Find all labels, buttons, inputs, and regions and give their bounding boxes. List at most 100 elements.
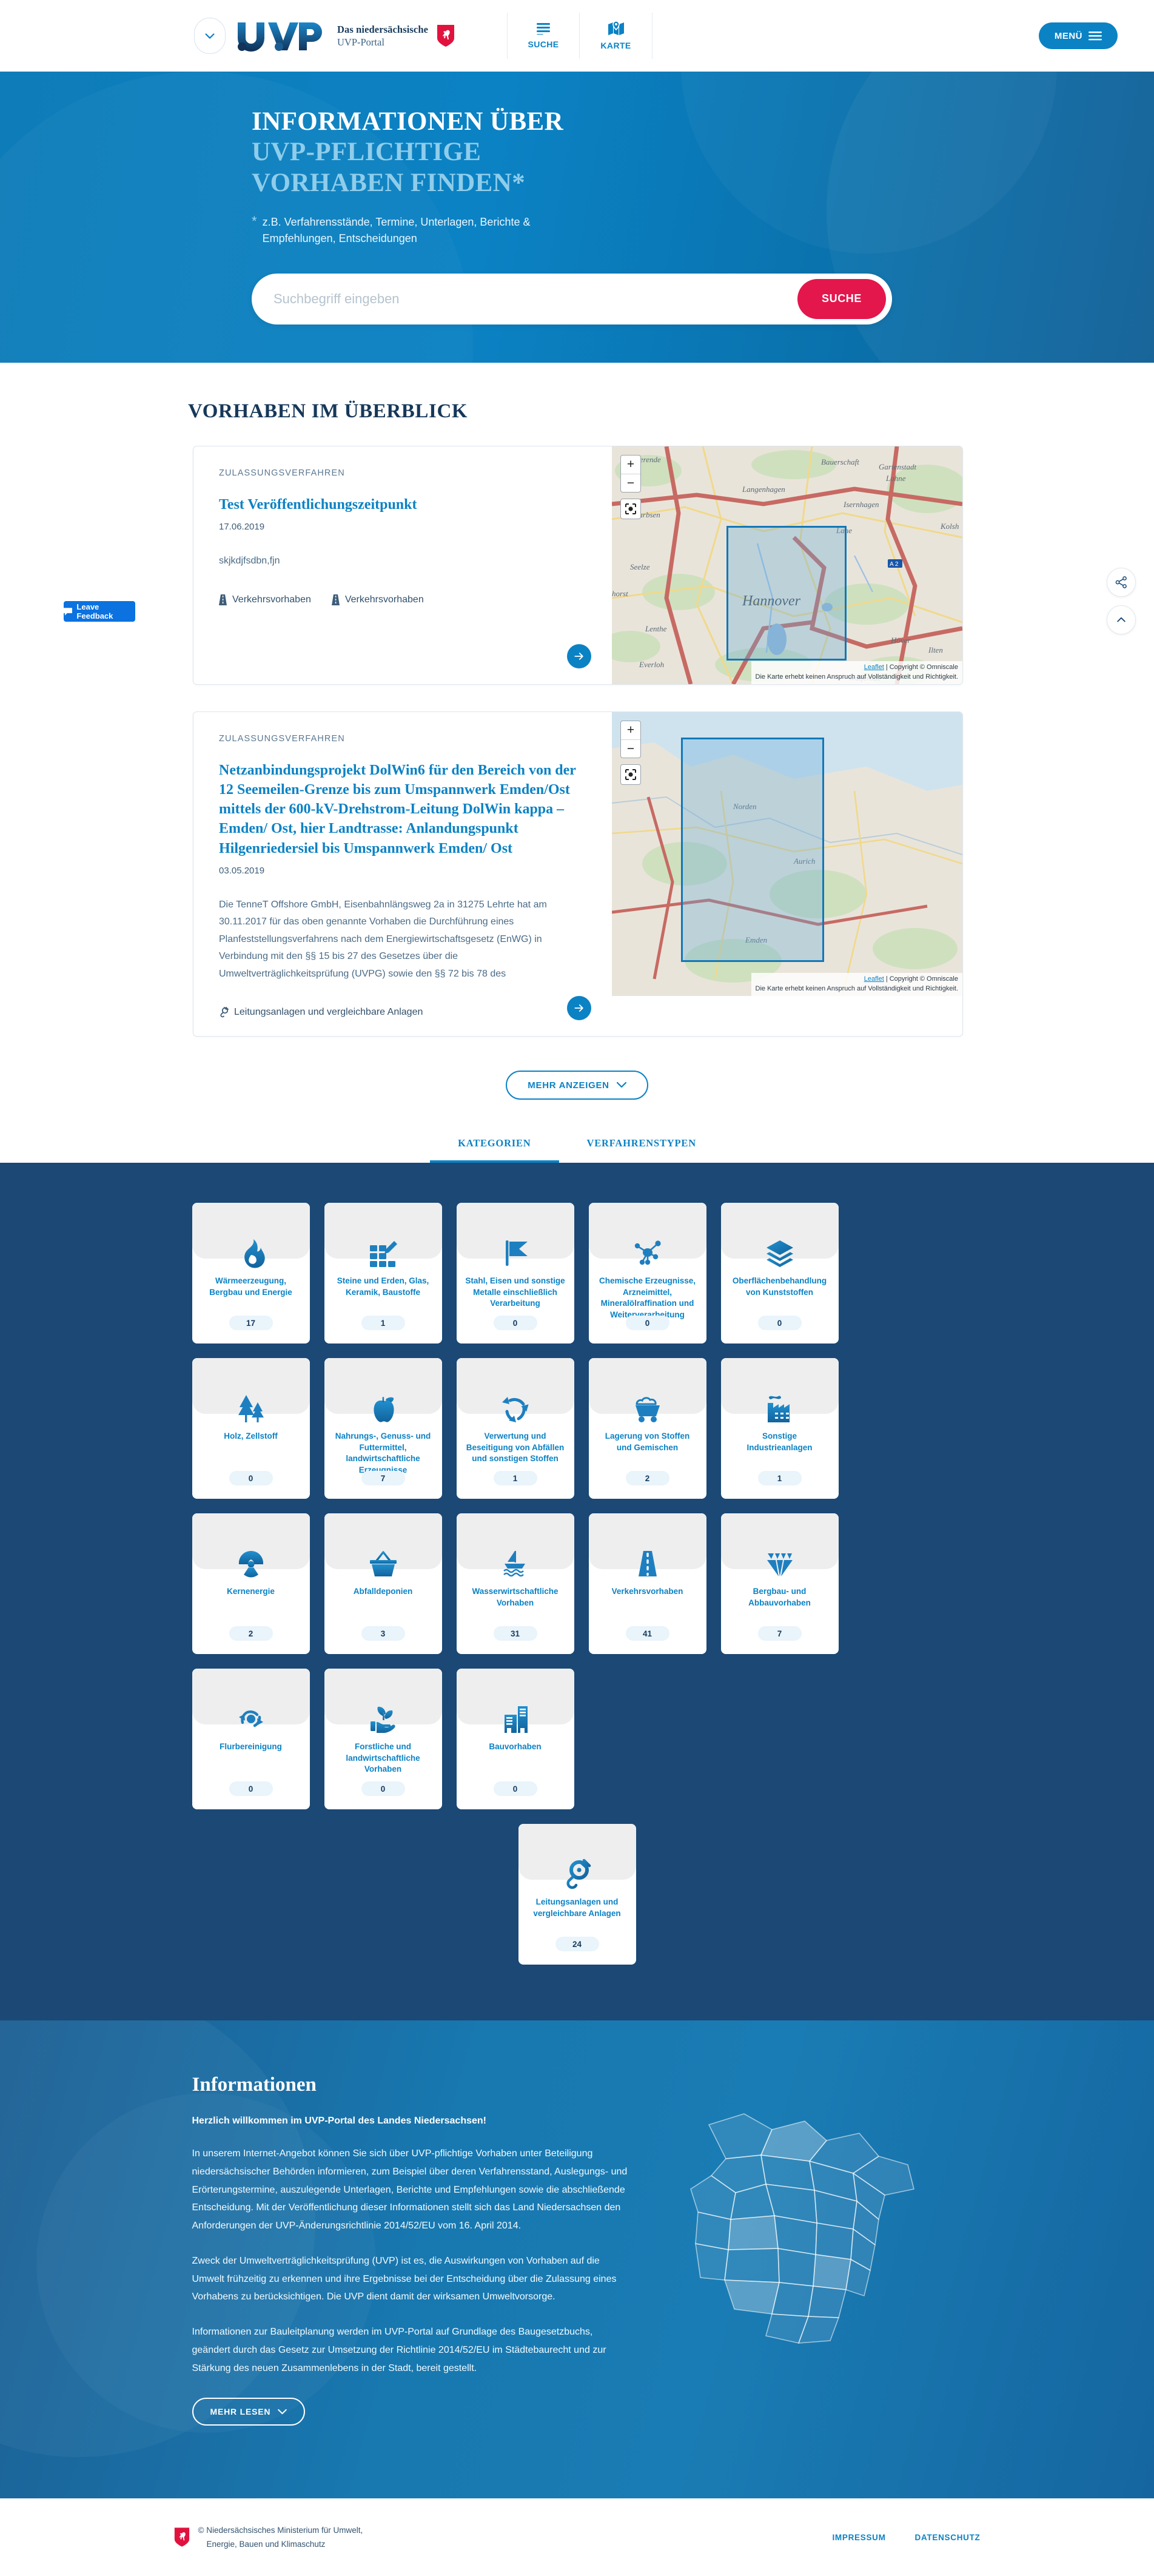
footer-link-impressum[interactable]: IMPRESSUM — [832, 2533, 885, 2542]
hero-title-asterisk: * — [512, 168, 526, 197]
nav-item-karte[interactable]: KARTE — [580, 13, 653, 59]
card-kicker: ZULASSUNGSVERFAHREN — [219, 734, 345, 744]
category-tile[interactable]: Verkehrsvorhaben 41 — [588, 1513, 706, 1655]
map-locate-button[interactable] — [620, 499, 641, 519]
apple-icon — [373, 1397, 394, 1422]
category-tile[interactable]: Holz, Zellstoff 0 — [192, 1358, 310, 1499]
category-tile[interactable]: Kernenergie 2 — [192, 1513, 310, 1655]
category-grid: Wärmeerzeugung, Bergbau und Energie 17 S… — [192, 1203, 962, 1810]
hero-title-line-2: UVP-PFLICHTIGE — [252, 138, 481, 167]
show-more-button[interactable]: MEHR ANZEIGEN — [506, 1071, 648, 1100]
svg-text:Langenhagen: Langenhagen — [742, 485, 785, 494]
menu-button[interactable]: MENÜ — [1038, 22, 1118, 49]
brand-logo[interactable]: Das niedersächsische UVP-Portal — [237, 20, 455, 52]
map-selection-box — [726, 526, 847, 661]
category-tile[interactable]: Steine und Erden, Glas, Keramik, Baustof… — [324, 1203, 442, 1344]
footer-link-datenschutz[interactable]: DATENSCHUTZ — [915, 2533, 981, 2542]
recycle-icon — [502, 1397, 529, 1423]
category-tile[interactable]: Verwertung und Beseitigung von Abfällen … — [456, 1358, 574, 1499]
svg-text:Isernhagen: Isernhagen — [843, 500, 879, 509]
basket-icon — [369, 1551, 397, 1577]
hero-search-bar: SUCHE — [252, 273, 892, 325]
info-lead: Herzlich willkommen im UVP-Portal des La… — [192, 2116, 486, 2127]
category-tile[interactable]: Forstliche und landwirtschaftliche Vorha… — [324, 1669, 442, 1810]
speech-bubble-icon — [64, 607, 73, 616]
leave-feedback-label: Leave Feedback — [76, 602, 113, 620]
card-tag-label: Verkehrsvorhaben — [344, 594, 424, 605]
category-tile[interactable]: Chemische Erzeugnisse, Arzneimittel, Min… — [588, 1203, 706, 1344]
tile-icon-area — [456, 1358, 574, 1423]
share-button[interactable] — [1107, 568, 1136, 597]
map-attribution-link[interactable]: Leaflet — [864, 975, 884, 983]
card-title[interactable]: Test Veröffentlichungszeitpunkt — [219, 495, 586, 514]
category-tile[interactable]: Bauvorhaben 0 — [456, 1669, 574, 1810]
category-label: Oberflächenbehandlung von Kunststoffen — [732, 1276, 827, 1297]
category-tile[interactable]: Bergbau- und Abbauvorhaben 7 — [720, 1513, 839, 1655]
collapse-toggle-button[interactable] — [194, 18, 226, 54]
hand-plant-icon — [370, 1706, 395, 1734]
tile-icon-area — [588, 1203, 706, 1265]
category-label: Kernenergie — [227, 1587, 275, 1596]
category-count: 3 — [361, 1626, 405, 1641]
category-tile[interactable]: Abfalldeponien 3 — [324, 1513, 442, 1655]
search-submit-button[interactable]: SUCHE — [797, 278, 886, 319]
card-open-button[interactable] — [567, 996, 591, 1021]
svg-text:Seelze: Seelze — [630, 562, 650, 571]
card-map-thumbnail[interactable]: Oberende Langenhagen Bauerschaft Gartensta… — [612, 446, 962, 684]
hero-subtitle: * z.B. Verfahrensstände, Termine, Unterl… — [252, 214, 591, 247]
svg-text:Höver: Höver — [890, 636, 911, 645]
gem-icon — [767, 1553, 793, 1577]
tab-kategorien[interactable]: KATEGORIEN — [430, 1137, 559, 1163]
category-label: Flurbereinigung — [220, 1742, 282, 1752]
scroll-to-top-button[interactable] — [1107, 605, 1136, 634]
tile-icon-area — [456, 1513, 574, 1577]
map-zoom-in-button[interactable]: + — [621, 456, 640, 474]
map-zoom-out-button[interactable]: − — [621, 739, 640, 758]
category-tile[interactable]: Lagerung von Stoffen und Gemischen 2 — [588, 1358, 706, 1499]
category-tile[interactable]: Nahrungs-, Genuss- und Futtermittel, lan… — [324, 1358, 442, 1499]
leave-feedback-button[interactable]: Leave Feedback — [64, 601, 135, 622]
category-tile[interactable]: Leitungsanlagen und vergleichbare Anlage… — [518, 1824, 636, 1965]
footer-copyright-line-1: © Niedersächsisches Ministerium für Umwe… — [198, 2525, 363, 2535]
nav-item-karte-label: KARTE — [600, 41, 631, 50]
tile-icon-area — [324, 1513, 442, 1577]
card-date: 17.06.2019 — [219, 522, 265, 533]
category-grid-last-row: Leitungsanlagen und vergleichbare Anlage… — [192, 1824, 962, 1965]
category-count: 0 — [493, 1781, 537, 1797]
read-more-button[interactable]: MEHR LESEN — [192, 2398, 306, 2426]
flame-icon — [244, 1239, 265, 1268]
category-tabs: KATEGORIEN VERFAHRENSTYPEN — [0, 1137, 1154, 1163]
category-tile[interactable]: Oberflächenbehandlung von Kunststoffen 0 — [720, 1203, 839, 1344]
map-zoom-controls[interactable]: + − — [620, 721, 641, 758]
card-description: Die TenneT Offshore GmbH, Eisenbahnlängs… — [219, 899, 547, 979]
map-zoom-out-button[interactable]: − — [621, 474, 640, 492]
search-input[interactable] — [272, 290, 797, 308]
map-attribution-link[interactable]: Leaflet — [864, 664, 884, 671]
category-tile[interactable]: Sonstige Industrieanlagen 1 — [720, 1358, 839, 1499]
hero-banner: INFORMATIONEN ÜBER UVP-PFLICHTIGE VORHAB… — [0, 72, 1154, 363]
card-title[interactable]: Netzanbindungsprojekt DolWin6 für den Be… — [219, 761, 586, 858]
category-label: Stahl, Eisen und sonstige Metalle einsch… — [465, 1276, 565, 1308]
category-tile[interactable]: Wasserwirtschaftliche Vorhaben 31 — [456, 1513, 574, 1655]
map-locate-button[interactable] — [620, 764, 641, 785]
project-card[interactable]: ZULASSUNGSVERFAHREN Test Veröffentlichun… — [193, 446, 963, 685]
map-zoom-controls[interactable]: + − — [620, 455, 641, 493]
category-label: Sonstige Industrieanlagen — [746, 1431, 813, 1452]
svg-text:Bauerschaft: Bauerschaft — [821, 457, 859, 466]
map-attribution-copyright: | Copyright © Omniscale — [884, 975, 958, 983]
tab-verfahrenstypen[interactable]: VERFAHRENSTYPEN — [559, 1137, 724, 1163]
category-tile[interactable]: Wärmeerzeugung, Bergbau und Energie 17 — [192, 1203, 310, 1344]
road-icon — [219, 594, 227, 605]
factory-icon — [767, 1396, 790, 1423]
card-map-thumbnail[interactable]: Norden Aurich Emden + − Leaflet | Copyrigh… — [612, 712, 962, 996]
project-card[interactable]: ZULASSUNGSVERFAHREN Netzanbindungsprojek… — [193, 711, 963, 1037]
category-label: Nahrungs-, Genuss- und Futtermittel, lan… — [335, 1431, 431, 1475]
nav-item-suche[interactable]: SUCHE — [507, 13, 580, 59]
page-root: Das niedersächsische UVP-Portal SUCHE KA… — [0, 0, 1154, 2576]
card-tags: Leitungsanlagen und vergleichbare Anlage… — [219, 1007, 586, 1018]
map-zoom-in-button[interactable]: + — [621, 721, 640, 739]
card-open-button[interactable] — [567, 644, 591, 668]
category-tile[interactable]: Stahl, Eisen und sonstige Metalle einsch… — [456, 1203, 574, 1344]
category-tile[interactable]: Flurbereinigung 0 — [192, 1669, 310, 1810]
category-count: 0 — [493, 1316, 537, 1331]
